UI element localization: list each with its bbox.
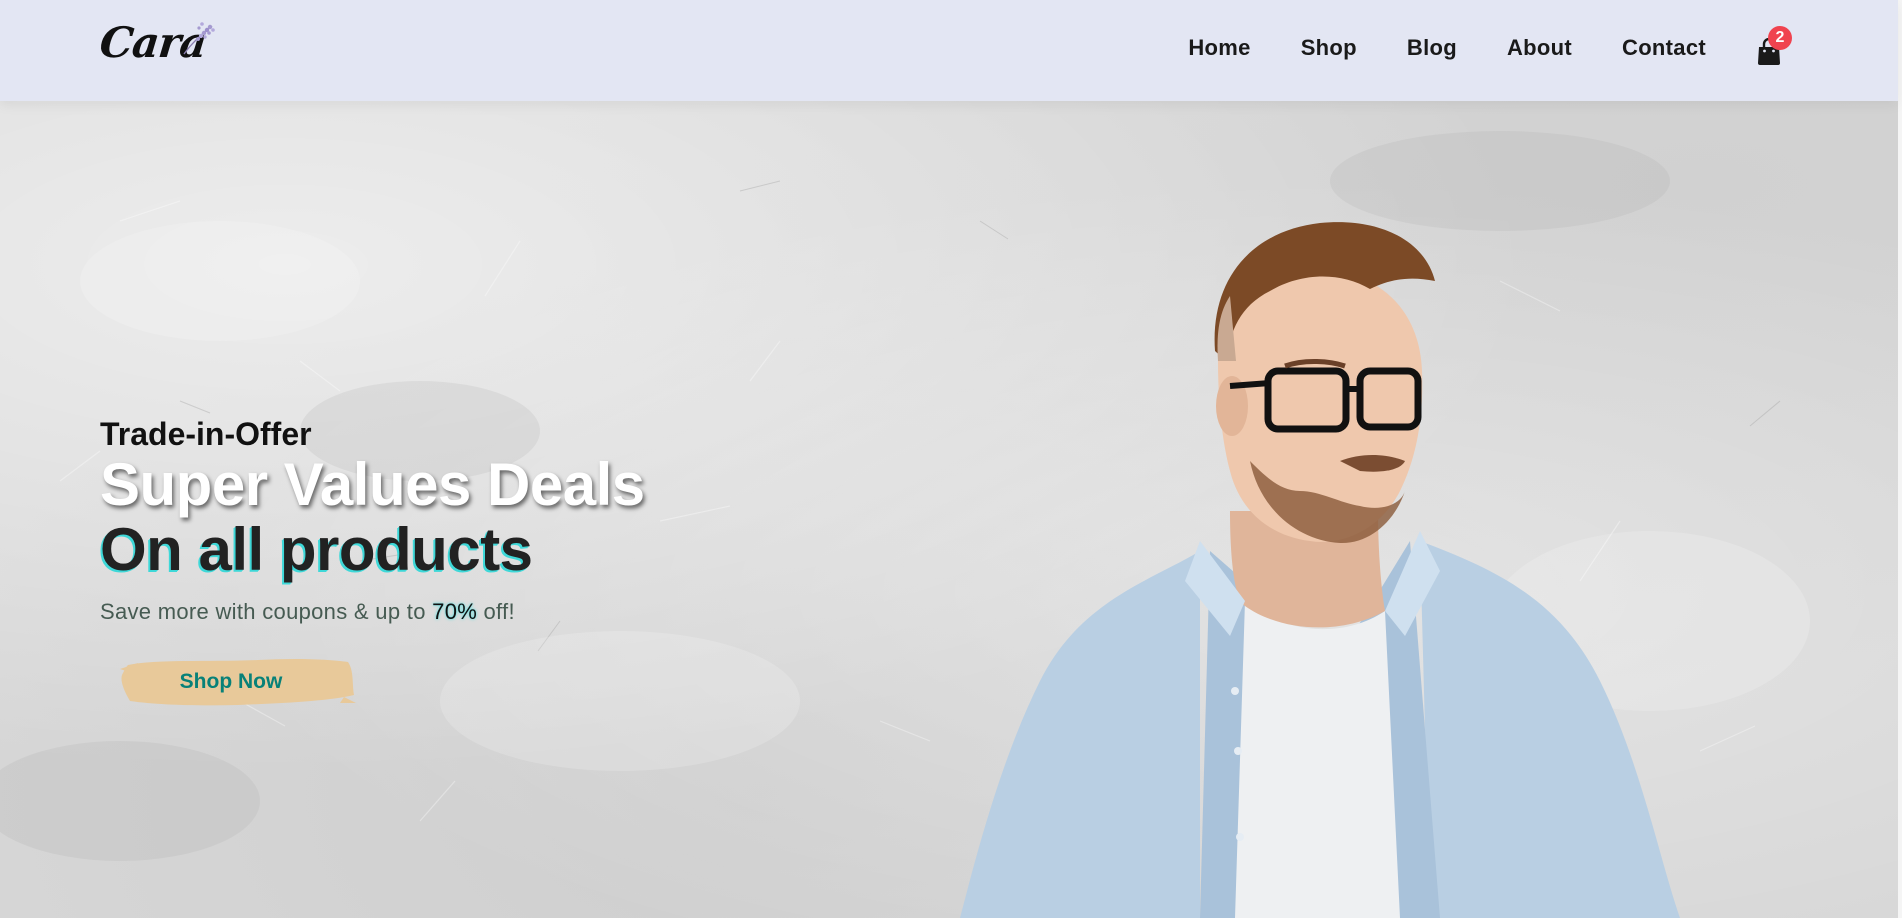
hero-section: Trade-in-Offer Super Values Deals On all… xyxy=(0,101,1898,918)
hero-content: Trade-in-Offer Super Values Deals On all… xyxy=(100,415,800,711)
site-header: Cara Home Shop Blog About Contact 2 xyxy=(0,0,1898,101)
lavender-sprig-icon xyxy=(183,22,215,55)
hero-desc-prefix: Save more with coupons & up to xyxy=(100,599,433,624)
hero-description: Save more with coupons & up to 70% off! xyxy=(100,597,800,627)
shop-now-label: Shop Now xyxy=(179,670,283,693)
hero-desc-discount: 70% xyxy=(432,599,478,624)
page: Cara Home Shop Blog About Contact 2 Trad… xyxy=(0,0,1902,918)
nav-link-contact[interactable]: Contact xyxy=(1622,35,1706,61)
cart-button[interactable]: 2 xyxy=(1756,26,1792,68)
scrollbar-track[interactable] xyxy=(1898,0,1902,918)
nav-link-home[interactable]: Home xyxy=(1188,35,1250,61)
shop-now-button[interactable]: Shop Now xyxy=(118,653,358,711)
hero-desc-suffix: off! xyxy=(477,599,515,624)
cart-count-badge: 2 xyxy=(1768,26,1792,50)
nav-link-about[interactable]: About xyxy=(1507,35,1572,61)
nav-link-blog[interactable]: Blog xyxy=(1407,35,1457,61)
hero-title: Super Values Deals xyxy=(100,451,645,518)
hero-subtitle: On all products xyxy=(100,516,533,583)
model-photo xyxy=(960,222,1680,918)
nav-link-shop[interactable]: Shop xyxy=(1301,35,1357,61)
main-nav: Home Shop Blog About Contact 2 xyxy=(1138,0,1792,96)
hero-kicker: Trade-in-Offer xyxy=(100,416,312,452)
logo[interactable]: Cara xyxy=(97,18,230,78)
